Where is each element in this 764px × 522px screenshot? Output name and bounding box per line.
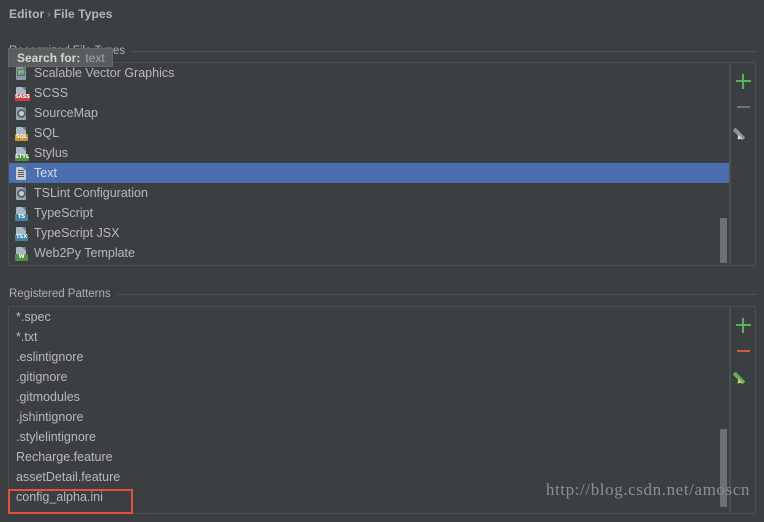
breadcrumb-separator-icon: › <box>47 9 51 20</box>
pattern-label: .jshintignore <box>16 410 84 424</box>
pattern-label: *.txt <box>16 330 38 344</box>
pattern-label: .eslintignore <box>16 350 84 364</box>
file-type-row[interactable]: Scalable Vector Graphics <box>9 63 729 83</box>
minus-icon <box>736 105 750 109</box>
pencil-icon <box>732 125 751 142</box>
registered-patterns-label: Registered Patterns <box>9 288 117 300</box>
breadcrumb-current: File Types <box>53 7 113 21</box>
plus-icon <box>735 317 751 333</box>
file-type-label: Stylus <box>34 146 69 160</box>
add-pattern-button[interactable] <box>730 312 756 338</box>
pattern-label: assetDetail.feature <box>16 470 121 484</box>
minus-icon <box>736 349 750 353</box>
svg-image-file-icon <box>15 66 28 81</box>
text-file-icon <box>15 166 28 181</box>
file-type-row[interactable]: TSX TypeScript JSX <box>9 223 729 243</box>
file-type-label: SQL <box>34 126 60 140</box>
file-type-label: SCSS <box>34 86 69 100</box>
pencil-icon <box>732 369 751 386</box>
pattern-row[interactable]: .gitignore <box>9 367 729 387</box>
edit-file-type-button[interactable] <box>730 120 756 146</box>
pattern-label: .gitignore <box>16 370 68 384</box>
file-type-row[interactable]: TS TypeScript <box>9 203 729 223</box>
pattern-row[interactable]: .eslintignore <box>9 347 729 367</box>
file-type-label: SourceMap <box>34 106 98 120</box>
registered-patterns-rule <box>113 294 756 295</box>
file-type-row[interactable]: STYL Stylus <box>9 143 729 163</box>
remove-file-type-button[interactable] <box>730 94 756 120</box>
file-type-label: Web2Py Template <box>34 246 135 260</box>
typescript-jsx-file-icon: TSX <box>15 226 28 241</box>
sourcemap-file-icon <box>15 106 28 121</box>
breadcrumb-root[interactable]: Editor <box>9 7 44 21</box>
stylus-file-icon: STYL <box>15 146 30 161</box>
file-types-toolbar <box>730 62 756 266</box>
file-type-label: TypeScript JSX <box>34 226 120 240</box>
pattern-label: Recharge.feature <box>16 450 113 464</box>
remove-pattern-button[interactable] <box>730 338 756 364</box>
pattern-label: *.spec <box>16 310 51 324</box>
file-type-label: Scalable Vector Graphics <box>34 66 175 80</box>
add-file-type-button[interactable] <box>730 68 756 94</box>
file-type-label: TypeScript <box>34 206 94 220</box>
pattern-label: .stylelintignore <box>16 430 96 444</box>
breadcrumb: Editor › File Types <box>9 7 113 21</box>
file-type-row[interactable]: SourceMap <box>9 103 729 123</box>
web2py-file-icon: W <box>15 246 28 261</box>
file-types-list[interactable]: Scalable Vector Graphics SASS SCSS SourceMa… <box>8 62 730 266</box>
pattern-row[interactable]: *.txt <box>9 327 729 347</box>
edit-pattern-button[interactable] <box>730 364 756 390</box>
file-type-row[interactable]: TSLint Configuration <box>9 183 729 203</box>
file-type-row[interactable]: SASS SCSS <box>9 83 729 103</box>
file-type-label: Text <box>34 166 57 180</box>
pattern-label: config_alpha.ini <box>16 490 103 504</box>
file-type-row[interactable]: W Web2Py Template <box>9 243 729 263</box>
watermark-text: http://blog.csdn.net/amoscn <box>545 480 750 499</box>
search-label: Search for: <box>17 50 81 65</box>
pattern-row[interactable]: Recharge.feature <box>9 447 729 467</box>
sql-file-icon: SQL <box>15 126 28 141</box>
pattern-row[interactable]: .jshintignore <box>9 407 729 427</box>
search-speed-tooltip: Search for: text <box>8 48 113 67</box>
pattern-row[interactable]: .stylelintignore <box>9 427 729 447</box>
pattern-row[interactable]: *.spec <box>9 307 729 327</box>
pattern-label: .gitmodules <box>16 390 80 404</box>
pattern-row[interactable]: .gitmodules <box>9 387 729 407</box>
sass-file-icon: SASS <box>15 86 30 101</box>
recognized-file-types-rule <box>132 51 756 52</box>
file-type-row[interactable]: SQL SQL <box>9 123 729 143</box>
file-type-label: TSLint Configuration <box>34 186 148 200</box>
tslint-file-icon <box>15 186 28 201</box>
search-value: text <box>85 50 105 65</box>
file-types-scrollbar-thumb[interactable] <box>720 218 727 263</box>
file-type-row[interactable]: Text <box>9 163 729 183</box>
plus-icon <box>735 73 751 89</box>
typescript-file-icon: TS <box>15 206 28 221</box>
